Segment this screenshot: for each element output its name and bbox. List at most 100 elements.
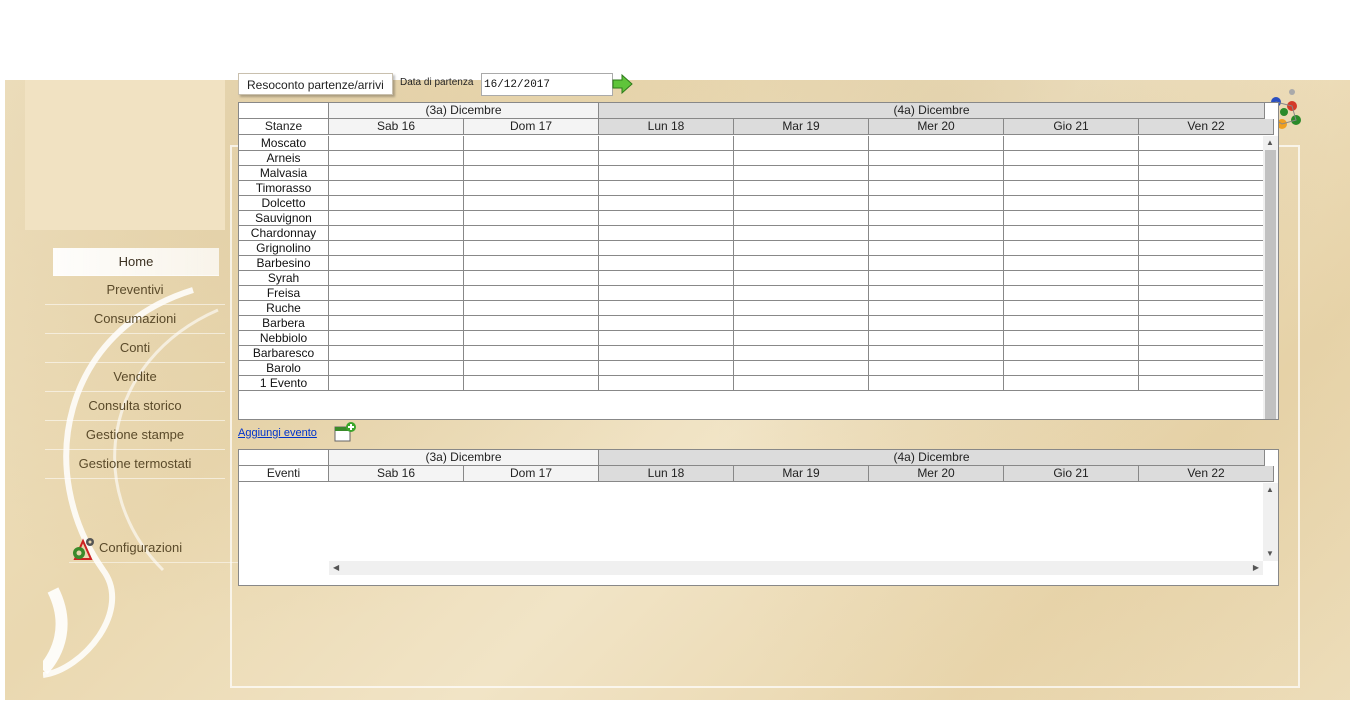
day-header[interactable]: Lun 18 xyxy=(599,466,734,482)
booking-cell[interactable] xyxy=(1139,136,1265,151)
day-header[interactable]: Sab 16 xyxy=(329,119,464,135)
day-header[interactable]: Mer 20 xyxy=(869,466,1004,482)
booking-cell[interactable] xyxy=(464,256,599,271)
booking-cell[interactable] xyxy=(464,286,599,301)
booking-cell[interactable] xyxy=(734,286,869,301)
booking-cell[interactable] xyxy=(1004,271,1139,286)
booking-cell[interactable] xyxy=(734,151,869,166)
booking-cell[interactable] xyxy=(599,256,734,271)
booking-cell[interactable] xyxy=(599,286,734,301)
booking-cell[interactable] xyxy=(329,316,464,331)
booking-cell[interactable] xyxy=(869,256,1004,271)
booking-cell[interactable] xyxy=(1004,241,1139,256)
booking-cell[interactable] xyxy=(599,376,734,391)
menu-item-preventivi[interactable]: Preventivi xyxy=(45,276,225,305)
booking-cell[interactable] xyxy=(734,316,869,331)
booking-cell[interactable] xyxy=(599,316,734,331)
booking-cell[interactable] xyxy=(329,181,464,196)
menu-item-gestione-stampe[interactable]: Gestione stampe xyxy=(45,421,225,450)
booking-cell[interactable] xyxy=(734,376,869,391)
booking-cell[interactable] xyxy=(599,151,734,166)
booking-cell[interactable] xyxy=(1004,256,1139,271)
booking-cell[interactable] xyxy=(1004,151,1139,166)
booking-cell[interactable] xyxy=(869,331,1004,346)
booking-cell[interactable] xyxy=(734,361,869,376)
booking-cell[interactable] xyxy=(329,136,464,151)
booking-cell[interactable] xyxy=(1004,181,1139,196)
day-header[interactable]: Dom 17 xyxy=(464,119,599,135)
booking-cell[interactable] xyxy=(869,346,1004,361)
booking-cell[interactable] xyxy=(329,376,464,391)
booking-cell[interactable] xyxy=(869,271,1004,286)
booking-cell[interactable] xyxy=(599,301,734,316)
booking-cell[interactable] xyxy=(1139,181,1265,196)
booking-cell[interactable] xyxy=(869,301,1004,316)
booking-cell[interactable] xyxy=(1004,301,1139,316)
day-header[interactable]: Mer 20 xyxy=(869,119,1004,135)
booking-cell[interactable] xyxy=(1139,301,1265,316)
booking-cell[interactable] xyxy=(329,286,464,301)
booking-cell[interactable] xyxy=(464,211,599,226)
booking-cell[interactable] xyxy=(599,226,734,241)
report-button[interactable]: Resoconto partenze/arrivi xyxy=(238,73,393,95)
booking-cell[interactable] xyxy=(869,361,1004,376)
booking-cell[interactable] xyxy=(734,301,869,316)
booking-cell[interactable] xyxy=(869,166,1004,181)
booking-cell[interactable] xyxy=(734,331,869,346)
booking-cell[interactable] xyxy=(734,196,869,211)
booking-cell[interactable] xyxy=(599,361,734,376)
booking-cell[interactable] xyxy=(734,256,869,271)
booking-cell[interactable] xyxy=(329,271,464,286)
booking-cell[interactable] xyxy=(329,241,464,256)
booking-cell[interactable] xyxy=(1139,286,1265,301)
booking-cell[interactable] xyxy=(329,331,464,346)
scroll-down-arrow[interactable]: ▼ xyxy=(1266,549,1274,559)
booking-cell[interactable] xyxy=(599,331,734,346)
day-header[interactable]: Dom 17 xyxy=(464,466,599,482)
booking-cell[interactable] xyxy=(734,181,869,196)
booking-cell[interactable] xyxy=(734,271,869,286)
booking-cell[interactable] xyxy=(734,211,869,226)
booking-cell[interactable] xyxy=(734,226,869,241)
booking-cell[interactable] xyxy=(329,196,464,211)
booking-cell[interactable] xyxy=(869,241,1004,256)
departure-date-input[interactable] xyxy=(481,73,613,96)
booking-cell[interactable] xyxy=(464,331,599,346)
booking-cell[interactable] xyxy=(464,181,599,196)
booking-cell[interactable] xyxy=(1004,211,1139,226)
booking-cell[interactable] xyxy=(599,196,734,211)
configurazioni-link[interactable]: Configurazioni xyxy=(69,533,239,563)
booking-cell[interactable] xyxy=(464,376,599,391)
day-header[interactable]: Ven 22 xyxy=(1139,119,1274,135)
booking-cell[interactable] xyxy=(1139,346,1265,361)
booking-cell[interactable] xyxy=(1139,211,1265,226)
booking-cell[interactable] xyxy=(464,346,599,361)
booking-cell[interactable] xyxy=(1139,271,1265,286)
booking-cell[interactable] xyxy=(1004,316,1139,331)
booking-cell[interactable] xyxy=(329,361,464,376)
booking-cell[interactable] xyxy=(329,151,464,166)
booking-cell[interactable] xyxy=(464,241,599,256)
booking-cell[interactable] xyxy=(464,316,599,331)
scrollbar-thumb[interactable] xyxy=(1265,150,1276,419)
add-event-icon[interactable] xyxy=(333,421,357,443)
booking-cell[interactable] xyxy=(1004,166,1139,181)
day-header[interactable]: Gio 21 xyxy=(1004,119,1139,135)
booking-cell[interactable] xyxy=(1004,196,1139,211)
vertical-scrollbar[interactable]: ▲▼ xyxy=(1263,483,1278,561)
booking-cell[interactable] xyxy=(599,136,734,151)
booking-cell[interactable] xyxy=(329,226,464,241)
booking-cell[interactable] xyxy=(329,211,464,226)
booking-cell[interactable] xyxy=(869,136,1004,151)
booking-cell[interactable] xyxy=(329,166,464,181)
booking-cell[interactable] xyxy=(1139,256,1265,271)
booking-cell[interactable] xyxy=(869,196,1004,211)
booking-cell[interactable] xyxy=(329,301,464,316)
scroll-left-arrow[interactable]: ◀ xyxy=(333,563,339,573)
booking-cell[interactable] xyxy=(1004,136,1139,151)
booking-cell[interactable] xyxy=(1004,361,1139,376)
booking-cell[interactable] xyxy=(1004,376,1139,391)
go-arrow-icon[interactable] xyxy=(611,73,633,95)
booking-cell[interactable] xyxy=(734,136,869,151)
booking-cell[interactable] xyxy=(1139,151,1265,166)
